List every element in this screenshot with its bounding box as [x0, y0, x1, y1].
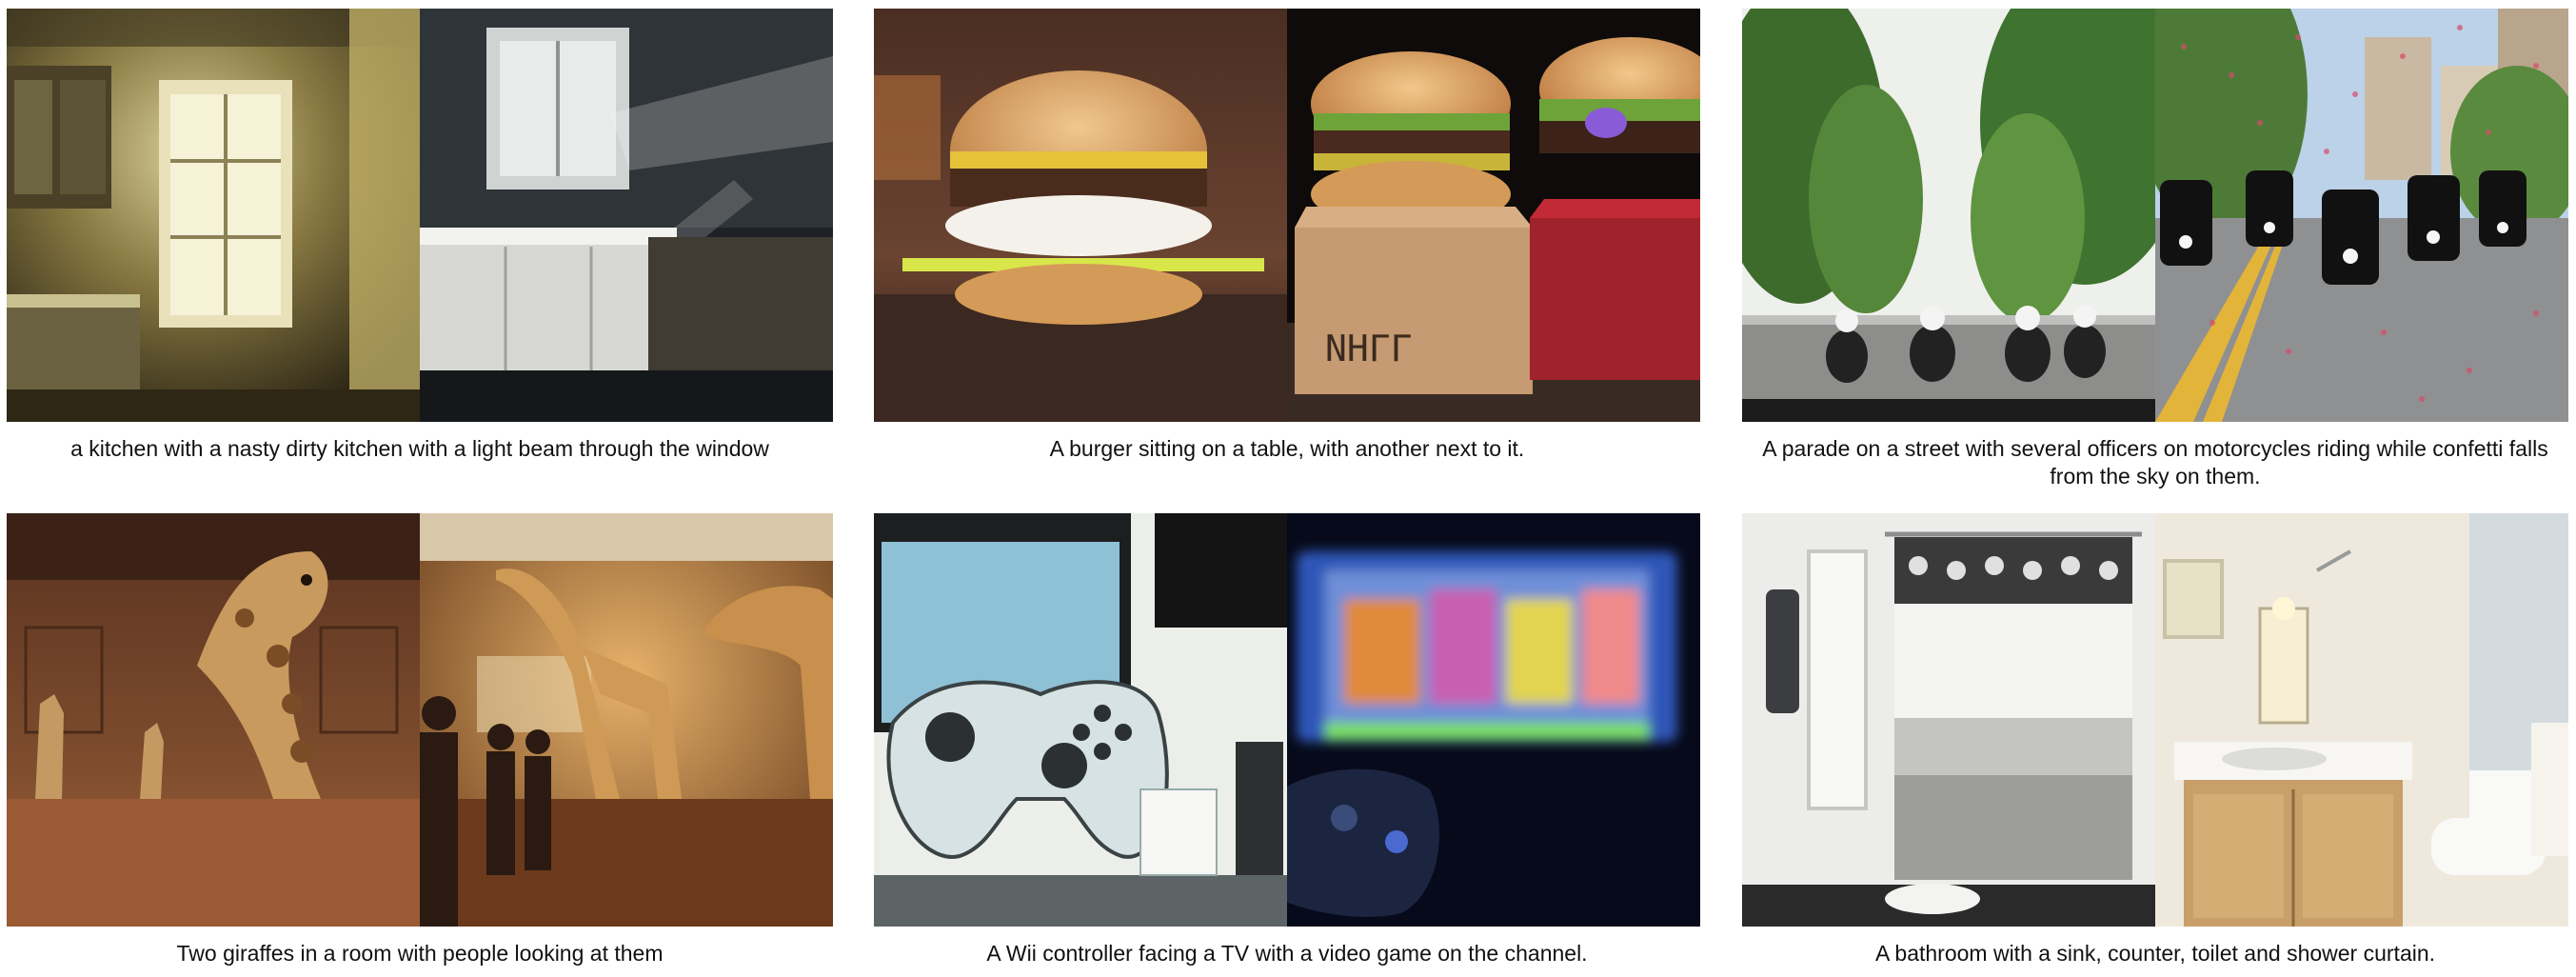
image-pair — [1742, 9, 2568, 422]
image-pair — [1742, 513, 2568, 927]
caption: A burger sitting on a table, with anothe… — [1049, 436, 1525, 461]
caption: Two giraffes in a room with people looki… — [176, 941, 664, 966]
vanity-toilet-bathroom-photo — [2155, 513, 2568, 927]
two-burgers-photo: ΝΗΓΓ — [1287, 9, 1700, 422]
caption: a kitchen with a nasty dirty kitchen wit… — [70, 436, 769, 461]
caption: A parade on a street with several office… — [1762, 436, 2548, 488]
image-panel-6: A bathroom with a sink, counter, toilet … — [1742, 513, 2568, 967]
image-panel-3: A parade on a street with several office… — [1742, 9, 2568, 490]
shower-curtain-bathroom-photo — [1742, 513, 2155, 927]
image-pair: ΝΗΓΓ — [874, 9, 1700, 422]
image-panel-1: a kitchen with a nasty dirty kitchen wit… — [7, 9, 833, 463]
caption: A Wii controller facing a TV with a vide… — [986, 941, 1588, 966]
image-pair — [7, 9, 833, 422]
caption: A bathroom with a sink, counter, toilet … — [1874, 941, 2436, 966]
box-lettering: ΝΗΓΓ — [1325, 328, 1413, 369]
motorcycle-officers-confetti-photo — [2155, 9, 2568, 422]
motorcycle-parade-tree-street-photo — [1742, 9, 2155, 422]
controller-blurry-tv-photo — [1287, 513, 1700, 927]
image-pair — [874, 513, 1700, 927]
image-panel-5: A Wii controller facing a TV with a vide… — [874, 513, 1700, 967]
dirty-kitchen-window-photo — [7, 9, 420, 422]
image-pair — [7, 513, 833, 927]
game-controller-monitor-photo — [874, 513, 1287, 927]
burger-on-table-photo — [874, 9, 1287, 422]
image-panel-4: Two giraffes in a room with people looki… — [7, 513, 833, 967]
image-panel-2: ΝΗΓΓ A burger sitting on a table, with a… — [874, 9, 1700, 463]
kitchen-light-beam-photo — [420, 9, 833, 422]
giraffes-hall-people-photo — [420, 513, 833, 927]
giraffes-wood-room-photo — [7, 513, 420, 927]
